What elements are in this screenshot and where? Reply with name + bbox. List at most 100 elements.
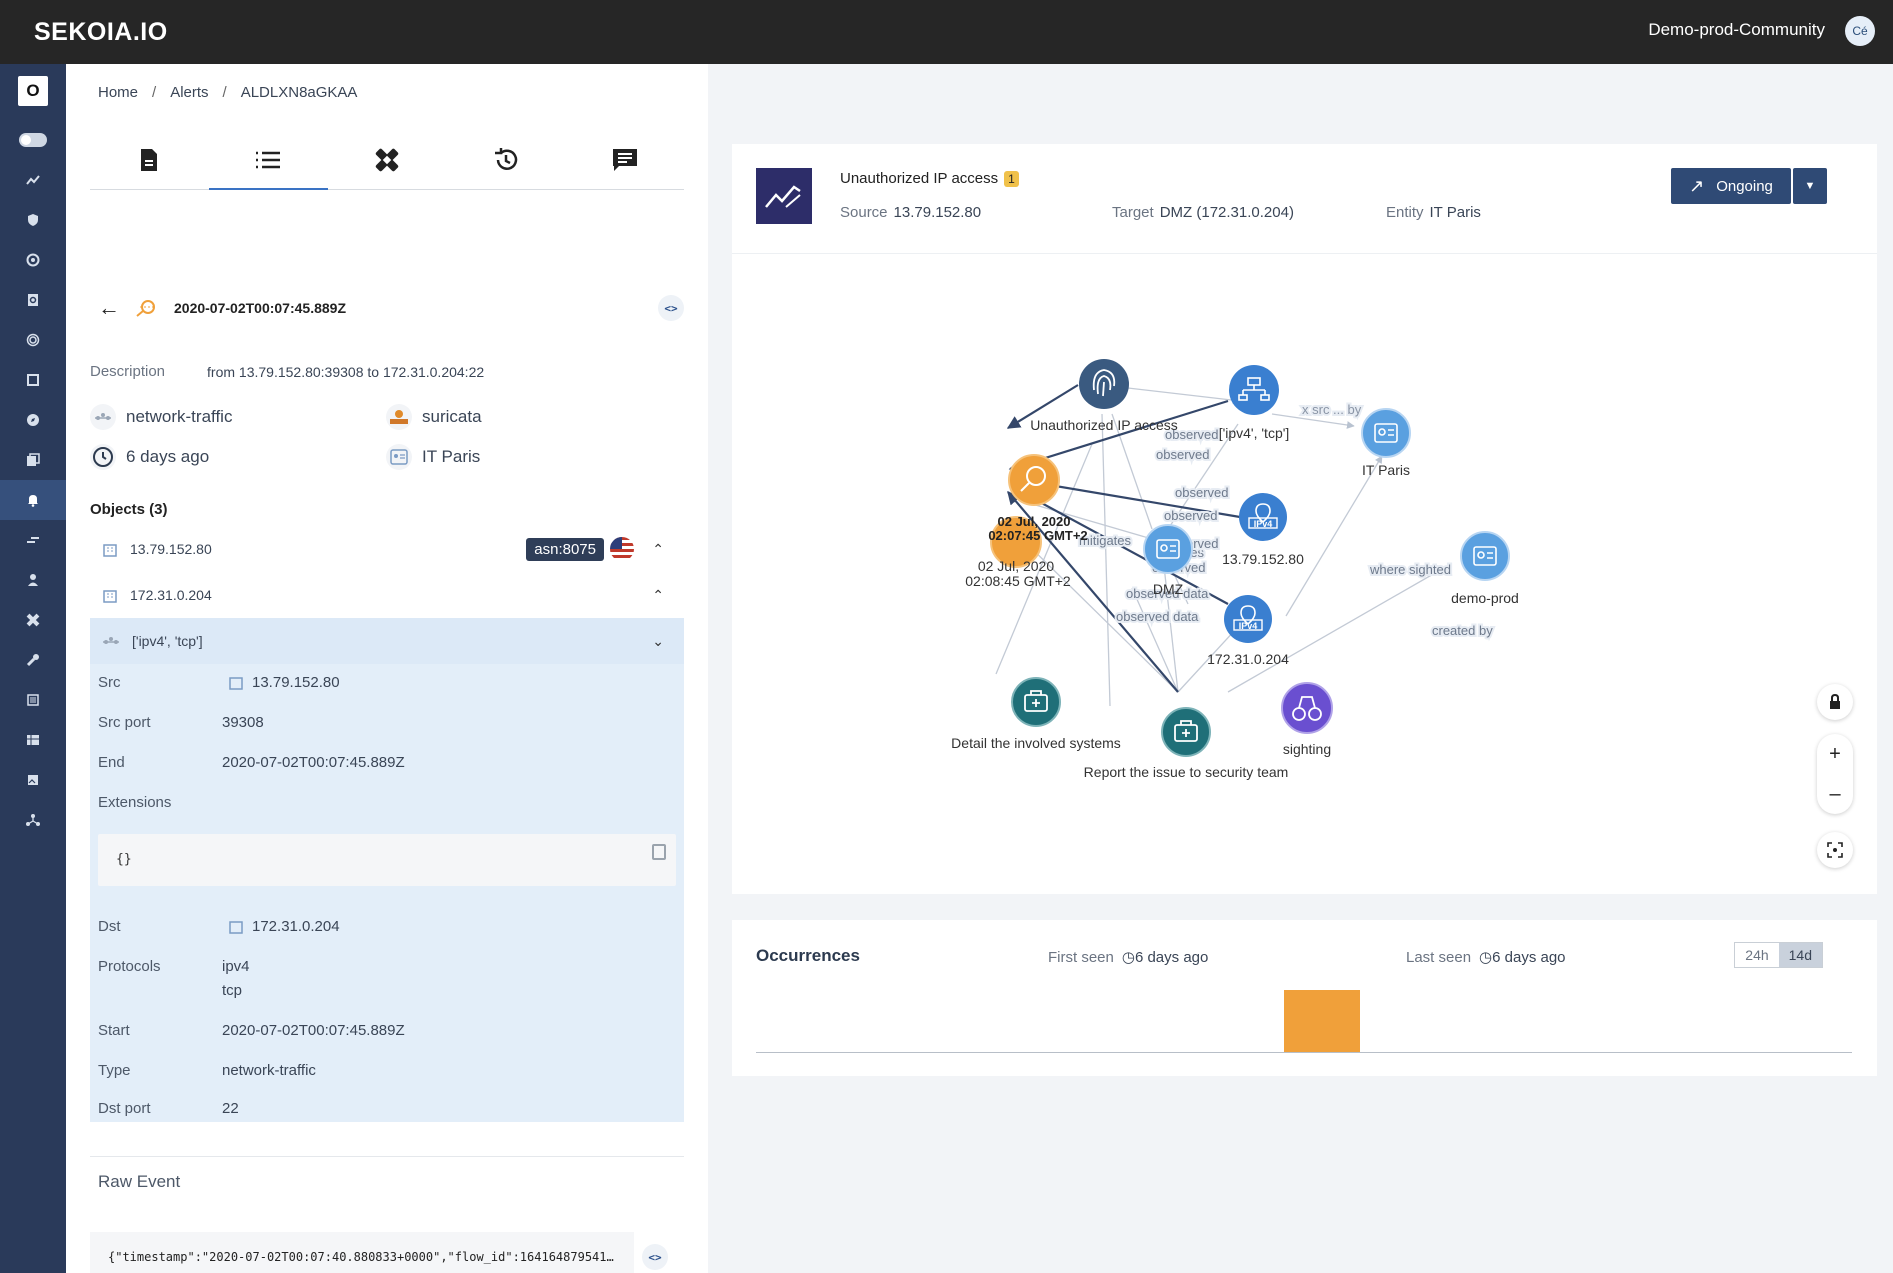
graph-card: x src ... by observed observed observed … (732, 254, 1877, 894)
clock-icon: ◷ (1121, 949, 1135, 966)
sidebar-item-table[interactable] (0, 720, 66, 760)
chevron-down-icon[interactable]: ⌄ (652, 633, 664, 650)
meta-age: 6 days ago (90, 444, 209, 470)
alert-card: Unauthorized IP access 1 Source 13.79.152.… (732, 144, 1877, 254)
breadcrumb-current: ALDLXN8aGKAA (240, 84, 358, 101)
alert-target: Target DMZ (172.31.0.204) (1112, 204, 1294, 221)
sidebar-item-radar[interactable] (0, 240, 66, 280)
alert-entity-value: IT Paris (1429, 204, 1481, 221)
node-time: 02:08:45 GMT+2 (965, 573, 1071, 589)
network-traffic-icon (136, 300, 156, 317)
event-header: ← 2020-07-02T00:07:45.889Z <> (98, 288, 684, 328)
node-demo-prod[interactable]: demo-prod (1451, 531, 1519, 606)
sidebar-item-library[interactable] (0, 440, 66, 480)
tab-comments[interactable] (565, 130, 684, 189)
node-label: IT Paris (1362, 462, 1410, 478)
sidebar-home-button[interactable]: O (18, 76, 48, 106)
alert-title-text: Unauthorized IP access (840, 170, 999, 187)
first-seen-value: ◷6 days ago (1122, 949, 1208, 966)
breadcrumb-alerts[interactable]: Alerts (170, 84, 208, 101)
node-label: demo-prod (1451, 590, 1519, 606)
sidebar-item-wrench[interactable] (0, 640, 66, 680)
node-observed-data-2[interactable] (1008, 454, 1060, 506)
node-ip-172[interactable]: IPv4 172.31.0.204 (1207, 595, 1289, 667)
back-arrow-icon[interactable]: ← (98, 295, 120, 321)
avatar[interactable]: Cé (1845, 16, 1875, 46)
network-traffic-icon (103, 637, 119, 644)
sidebar-item-search-doc[interactable] (0, 280, 66, 320)
org-name[interactable]: Demo-prod-Community (1648, 20, 1825, 40)
node-course-of-action-detail[interactable]: Detail the involved systems (951, 677, 1121, 751)
chart-axis (756, 1052, 1852, 1053)
sidebar-item-fingerprint[interactable] (0, 320, 66, 360)
node-rule[interactable]: Unauthorized IP access (1030, 359, 1178, 433)
sidebar-item-compass[interactable] (0, 400, 66, 440)
toggle-icon (19, 133, 47, 147)
sidebar-item-alerts[interactable] (0, 480, 66, 520)
gallery-icon (28, 775, 38, 785)
range-24h-button[interactable]: 24h (1735, 943, 1778, 967)
breadcrumb-home[interactable]: Home (98, 84, 138, 101)
sidebar-item-list[interactable] (0, 680, 66, 720)
zoom-out-button[interactable]: – (1817, 774, 1853, 814)
trend-icon (756, 168, 812, 224)
status-button[interactable]: ↗ Ongoing (1671, 168, 1791, 204)
node-it-paris[interactable]: IT Paris (1361, 408, 1411, 478)
sidebar-item-bandage[interactable] (0, 600, 66, 640)
radar-icon (26, 253, 40, 267)
tab-events[interactable] (208, 130, 328, 190)
alert-source-value: 13.79.152.80 (893, 204, 982, 221)
sidebar-item-gallery[interactable] (0, 760, 66, 800)
brand-logo[interactable]: SEKOIA.IO (34, 18, 168, 47)
src-ip[interactable]: 13.79.152.80 (252, 674, 340, 691)
chevron-up-icon[interactable]: ⌃ (652, 541, 664, 558)
range-14d-button[interactable]: 14d (1778, 943, 1822, 967)
object-row[interactable]: 172.31.0.204 ⌃ (90, 572, 684, 618)
occurrence-bar[interactable] (1284, 990, 1360, 1052)
objects-title: Objects (3) (90, 501, 168, 518)
tab-details[interactable] (90, 130, 209, 189)
edge (1101, 413, 1111, 707)
tab-history[interactable] (446, 130, 565, 189)
occurrences-card: Occurrences First seen ◷6 days ago Last s… (732, 920, 1877, 1076)
view-raw-button[interactable]: <> (642, 1244, 668, 1270)
object-row[interactable]: 13.79.152.80 asn:8075 ⌃ (90, 526, 684, 572)
status-dropdown-button[interactable]: ▼ (1793, 168, 1827, 204)
range-toggle: 24h 14d (1734, 942, 1823, 968)
first-seen: First seen ◷6 days ago (1048, 948, 1208, 966)
sidebar-item-toggle[interactable] (0, 120, 66, 160)
object-row[interactable]: ['ipv4', 'tcp'] ⌄ (90, 618, 684, 664)
event-timestamp: 2020-07-02T00:07:45.889Z (174, 300, 347, 316)
sidebar-item-graph[interactable] (0, 800, 66, 840)
zoom-in-button[interactable]: + (1817, 734, 1853, 774)
ipv4-tag: IPv4 (1239, 621, 1258, 631)
relationship-graph[interactable]: x src ... by observed observed observed … (732, 254, 1877, 894)
copy-icon[interactable] (652, 844, 666, 860)
view-source-button[interactable]: <> (658, 295, 684, 321)
dst-ip[interactable]: 172.31.0.204 (252, 918, 340, 935)
src-value: 13.79.152.80 (228, 674, 340, 691)
sidebar-item-shield[interactable] (0, 200, 66, 240)
sidebar-item-flow[interactable] (0, 520, 66, 560)
chevron-up-icon[interactable]: ⌃ (652, 587, 664, 604)
building-icon (229, 921, 243, 934)
asn-badge[interactable]: asn:8075 (526, 537, 604, 561)
meta-type: network-traffic (90, 404, 232, 430)
sidebar-item-user[interactable] (0, 560, 66, 600)
description-label: Description (90, 363, 166, 380)
node-observed-data-1[interactable]: 02 Jul, 2020 02:07:45 GMT+2 02 Jul, 2020… (965, 514, 1087, 589)
node-sighting[interactable]: sighting (1281, 682, 1333, 757)
extensions-json: {} (98, 834, 676, 886)
raw-event-text[interactable]: {"timestamp":"2020-07-02T00:07:40.880833… (90, 1232, 634, 1273)
search-doc-icon (28, 294, 38, 306)
sidebar-item-frame[interactable] (0, 360, 66, 400)
lock-button[interactable] (1817, 684, 1853, 720)
building-icon (103, 590, 117, 603)
tab-countermeasures[interactable] (328, 130, 447, 189)
urgency-badge: 1 (1004, 171, 1019, 187)
sidebar-item-dashboard[interactable] (0, 160, 66, 200)
node-label: sighting (1283, 741, 1331, 757)
fit-view-button[interactable] (1817, 832, 1853, 868)
node-network-traffic[interactable]: ['ipv4', 'tcp'] (1219, 365, 1290, 441)
node-ip-13[interactable]: IPv4 13.79.152.80 (1222, 493, 1304, 567)
